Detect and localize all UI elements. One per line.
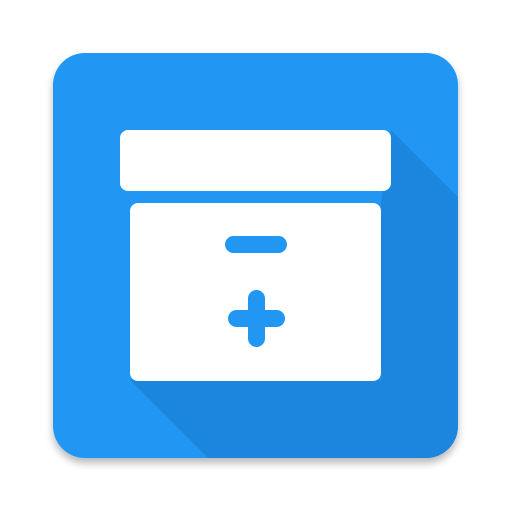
archive-lid-shape bbox=[120, 130, 391, 191]
minus-mark bbox=[225, 236, 287, 253]
plus-mark-vertical bbox=[248, 290, 265, 347]
app-icon-canvas bbox=[0, 0, 512, 512]
app-icon[interactable] bbox=[0, 0, 512, 512]
